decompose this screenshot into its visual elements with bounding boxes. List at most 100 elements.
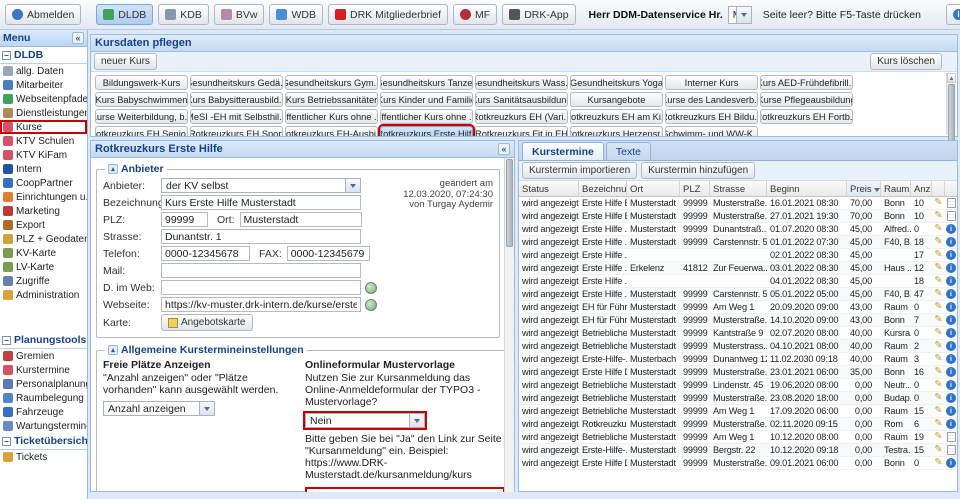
info-icon[interactable]: i — [946, 458, 956, 468]
course-button[interactable]: Gesundheitskurs Wass... — [475, 75, 568, 90]
info-icon[interactable]: i — [946, 341, 956, 351]
collapse-group-icon[interactable] — [2, 51, 11, 60]
collapse-fieldset-icon[interactable] — [108, 164, 118, 174]
info-icon[interactable]: i — [946, 250, 956, 260]
strasse-input[interactable] — [161, 229, 361, 244]
course-button[interactable]: Interner Kurs — [665, 75, 758, 90]
scrollbar-thumb[interactable] — [506, 159, 513, 247]
sidebar-item[interactable]: Export — [0, 218, 87, 232]
sidebar-item[interactable]: KTV Schulen — [0, 134, 87, 148]
course-button[interactable]: Kurse Weiterbildung, b... — [95, 109, 188, 124]
course-button[interactable]: Rotkreuzkurs Herzensr... — [570, 126, 663, 136]
collapse-sidebar-icon[interactable] — [72, 32, 84, 44]
sidebar-item[interactable]: Fahrzeuge — [0, 405, 87, 419]
sidebar-item[interactable]: LV-Karte — [0, 260, 87, 274]
app-button[interactable]: DLDB — [96, 4, 153, 25]
table-row[interactable]: wird angezeigt Erste Hilfe E Musterstadt… — [519, 210, 957, 223]
tab[interactable]: Texte — [606, 142, 651, 160]
table-row[interactable]: wird angezeigt Betriebliche... Mustersta… — [519, 340, 957, 353]
edit-pencil-icon[interactable]: ✎ — [934, 315, 942, 325]
globe-icon[interactable] — [365, 282, 377, 294]
org-select[interactable]: Musterstadt e.V. (2501) — [728, 6, 752, 24]
form-scrollbar[interactable] — [504, 158, 514, 492]
courses-scrollbar[interactable]: ▲ — [946, 73, 956, 135]
edit-pencil-icon[interactable]: ✎ — [934, 250, 942, 260]
table-row[interactable]: wird angezeigt Erste Hilfe ... 02.01.202… — [519, 249, 957, 262]
app-button[interactable]: DRK-App — [502, 4, 575, 25]
course-button[interactable]: Kurse des Landesverb... — [665, 92, 758, 107]
table-row[interactable]: wird angezeigt Erste-Hilfe-... Musterbac… — [519, 353, 957, 366]
edit-pencil-icon[interactable]: ✎ — [934, 289, 942, 299]
edit-pencil-icon[interactable]: ✎ — [934, 211, 942, 221]
sidebar-item[interactable]: Intern — [0, 162, 87, 176]
onlineformular-select[interactable]: Nein — [305, 413, 425, 428]
course-button[interactable]: Kurse Pflegeausbildung — [760, 92, 853, 107]
column-header[interactable]: Preis — [847, 181, 881, 196]
edit-pencil-icon[interactable]: ✎ — [934, 432, 942, 442]
course-button[interactable]: Bildungswerk-Kurs — [95, 75, 188, 90]
course-button[interactable]: Kurs Betriebssanitäter — [285, 92, 378, 107]
info-icon[interactable]: i — [946, 328, 956, 338]
info-icon[interactable]: i — [946, 315, 956, 325]
app-button[interactable]: BVw — [214, 4, 265, 25]
sidebar-item[interactable]: Raumbelegung — [0, 391, 87, 405]
sidebar-item[interactable]: CoopPartner — [0, 176, 87, 190]
table-row[interactable]: wird angezeigt Betriebliche... Mustersta… — [519, 379, 957, 392]
course-button[interactable]: Kurs Kinder und Familie — [380, 92, 473, 107]
sidebar-item[interactable]: PLZ + Geodaten — [0, 232, 87, 246]
edit-pencil-icon[interactable]: ✎ — [934, 367, 942, 377]
course-button[interactable]: Kurs Babysitterausbild... — [190, 92, 283, 107]
info-icon[interactable]: i — [946, 380, 956, 390]
table-row[interactable]: wird angezeigt Rotkreuzku... Musterstadt… — [519, 418, 957, 431]
course-button[interactable]: Rotkreuzkurs EH Fortb... — [760, 109, 853, 124]
sidebar-item[interactable]: Administration — [0, 288, 87, 302]
table-row[interactable]: wird angezeigt EH für Führ... Musterstad… — [519, 301, 957, 314]
info-icon[interactable]: i — [946, 224, 956, 234]
column-header[interactable]: Raum — [881, 181, 911, 196]
ort-input[interactable] — [240, 212, 362, 227]
sidebar-item[interactable]: Tickets — [0, 450, 87, 464]
sidebar-group-dldb[interactable]: DLDB — [0, 47, 87, 64]
sidebar-item[interactable]: Marketing — [0, 204, 87, 218]
info-icon[interactable]: i — [946, 302, 956, 312]
dienst-im-web-input[interactable] — [161, 280, 361, 295]
table-row[interactable]: wird angezeigt Betriebliche... Mustersta… — [519, 327, 957, 340]
course-button[interactable]: öffentlicher Kurs ohne ... — [285, 109, 378, 124]
info-icon[interactable]: i — [946, 263, 956, 273]
column-header[interactable]: Beginn — [767, 181, 847, 196]
column-header[interactable]: Status — [519, 181, 579, 196]
course-button[interactable]: Kurs AED-Frühdefibrill... — [760, 75, 853, 90]
tab[interactable]: Kurstermine — [522, 142, 604, 160]
collapse-group-icon[interactable] — [2, 336, 11, 345]
info-icon[interactable]: i — [946, 354, 956, 364]
collapse-panel-icon[interactable] — [498, 143, 510, 155]
course-button[interactable]: Rotkreuzkurs EH Sport — [190, 126, 283, 136]
course-button[interactable]: Gesundheitskurs Gym... — [285, 75, 378, 90]
webseite-input[interactable] — [161, 297, 361, 312]
collapse-fieldset-icon[interactable] — [108, 345, 118, 355]
sidebar-item[interactable]: Wartungstermine — [0, 419, 87, 433]
anbieter-select[interactable]: der KV selbst — [161, 178, 361, 193]
table-row[interactable]: wird angezeigt Erste Hilfe ... Erkelenz … — [519, 262, 957, 275]
fax-input[interactable] — [287, 246, 370, 261]
edit-pencil-icon[interactable]: ✎ — [934, 276, 942, 286]
table-row[interactable]: wird angezeigt Erste Hilfe ... Mustersta… — [519, 236, 957, 249]
sidebar-item[interactable]: Gremien — [0, 349, 87, 363]
course-button[interactable]: MeSI -EH mit Selbsthil... — [190, 109, 283, 124]
course-button[interactable]: Rotkreuzkurs Erste Hilfe — [380, 126, 473, 136]
app-button[interactable]: WDB — [269, 4, 323, 25]
info-icon[interactable]: i — [946, 406, 956, 416]
sidebar-item[interactable]: Webseitenpfade — [0, 92, 87, 106]
scroll-up-icon[interactable]: ▲ — [947, 73, 956, 83]
telefon-input[interactable] — [161, 246, 250, 261]
collapse-group-icon[interactable] — [2, 437, 11, 446]
column-header[interactable]: Anz. — [911, 181, 932, 196]
course-button[interactable]: Rotkreuzkurs EH-Ausbi... — [285, 126, 378, 136]
course-button[interactable]: Schwimm- und WW-K... — [665, 126, 758, 136]
sidebar-item[interactable]: KV-Karte — [0, 246, 87, 260]
info-icon[interactable]: i — [946, 367, 956, 377]
table-row[interactable]: wird angezeigt Erste-Hilfe-... Mustersta… — [519, 444, 957, 457]
course-button[interactable]: Kurs Babyschwimmen — [95, 92, 188, 107]
table-row[interactable]: wird angezeigt Erste Hilfe B Musterstadt… — [519, 197, 957, 210]
termine-toolbar-button[interactable]: Kurstermin importieren — [522, 162, 637, 179]
